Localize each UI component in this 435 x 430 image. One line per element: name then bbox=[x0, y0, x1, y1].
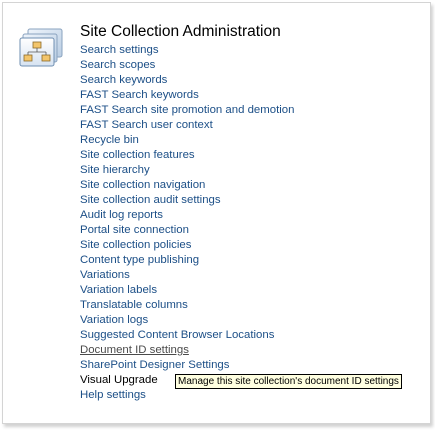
search-settings-link[interactable]: Search settings bbox=[80, 44, 159, 56]
visual-upgrade-link[interactable]: Visual Upgrade bbox=[80, 374, 158, 386]
site-collection-features-link[interactable]: Site collection features bbox=[80, 149, 195, 161]
site-collection-audit-settings-link[interactable]: Site collection audit settings bbox=[80, 194, 221, 206]
suggested-content-browser-locations-link[interactable]: Suggested Content Browser Locations bbox=[80, 329, 274, 341]
variation-logs-link[interactable]: Variation logs bbox=[80, 314, 148, 326]
audit-log-reports-link[interactable]: Audit log reports bbox=[80, 209, 163, 221]
link-item[interactable]: SharePoint Designer Settings bbox=[80, 358, 294, 373]
link-item[interactable]: Portal site connection bbox=[80, 223, 294, 238]
link-item[interactable]: Site collection audit settings bbox=[80, 193, 294, 208]
translatable-columns-link[interactable]: Translatable columns bbox=[80, 299, 188, 311]
link-item[interactable]: Variation labels bbox=[80, 283, 294, 298]
recycle-bin-link[interactable]: Recycle bin bbox=[80, 134, 139, 146]
sharepoint-designer-settings-link[interactable]: SharePoint Designer Settings bbox=[80, 359, 229, 371]
link-item[interactable]: Site collection features bbox=[80, 148, 294, 163]
search-scopes-link[interactable]: Search scopes bbox=[80, 59, 155, 71]
link-item[interactable]: Document ID settings bbox=[80, 343, 294, 358]
link-item[interactable]: Search keywords bbox=[80, 73, 294, 88]
site-collection-policies-link[interactable]: Site collection policies bbox=[80, 239, 191, 251]
tooltip: Manage this site collection's document I… bbox=[175, 374, 402, 389]
link-item[interactable]: Variation logs bbox=[80, 313, 294, 328]
site-collection-navigation-link[interactable]: Site collection navigation bbox=[80, 179, 205, 191]
help-settings-link[interactable]: Help settings bbox=[80, 389, 146, 401]
fast-search-promotion-demotion-link[interactable]: FAST Search site promotion and demotion bbox=[80, 104, 294, 116]
site-hierarchy-icon bbox=[19, 27, 65, 67]
site-hierarchy-link[interactable]: Site hierarchy bbox=[80, 164, 150, 176]
fast-search-user-context-link[interactable]: FAST Search user context bbox=[80, 119, 213, 131]
link-item[interactable]: Help settings bbox=[80, 388, 294, 403]
content-type-publishing-link[interactable]: Content type publishing bbox=[80, 254, 199, 266]
section-title: Site Collection Administration bbox=[80, 23, 281, 40]
search-keywords-link[interactable]: Search keywords bbox=[80, 74, 167, 86]
document-id-settings-link[interactable]: Document ID settings bbox=[80, 344, 189, 356]
link-item[interactable]: Audit log reports bbox=[80, 208, 294, 223]
link-item[interactable]: Site hierarchy bbox=[80, 163, 294, 178]
link-item[interactable]: FAST Search site promotion and demotion bbox=[80, 103, 294, 118]
link-item[interactable]: Recycle bin bbox=[80, 133, 294, 148]
link-item[interactable]: FAST Search keywords bbox=[80, 88, 294, 103]
page-frame: Site Collection Administration Search se… bbox=[2, 2, 431, 424]
variation-labels-link[interactable]: Variation labels bbox=[80, 284, 157, 296]
link-item[interactable]: Search settings bbox=[80, 43, 294, 58]
link-item[interactable]: Search scopes bbox=[80, 58, 294, 73]
link-item[interactable]: Site collection policies bbox=[80, 238, 294, 253]
variations-link[interactable]: Variations bbox=[80, 269, 130, 281]
link-item[interactable]: Content type publishing bbox=[80, 253, 294, 268]
fast-search-keywords-link[interactable]: FAST Search keywords bbox=[80, 89, 199, 101]
portal-site-connection-link[interactable]: Portal site connection bbox=[80, 224, 189, 236]
link-item[interactable]: Site collection navigation bbox=[80, 178, 294, 193]
link-item[interactable]: FAST Search user context bbox=[80, 118, 294, 133]
admin-link-list: Search settings Search scopes Search key… bbox=[80, 43, 294, 403]
link-item[interactable]: Translatable columns bbox=[80, 298, 294, 313]
link-item[interactable]: Suggested Content Browser Locations bbox=[80, 328, 294, 343]
link-item[interactable]: Variations bbox=[80, 268, 294, 283]
